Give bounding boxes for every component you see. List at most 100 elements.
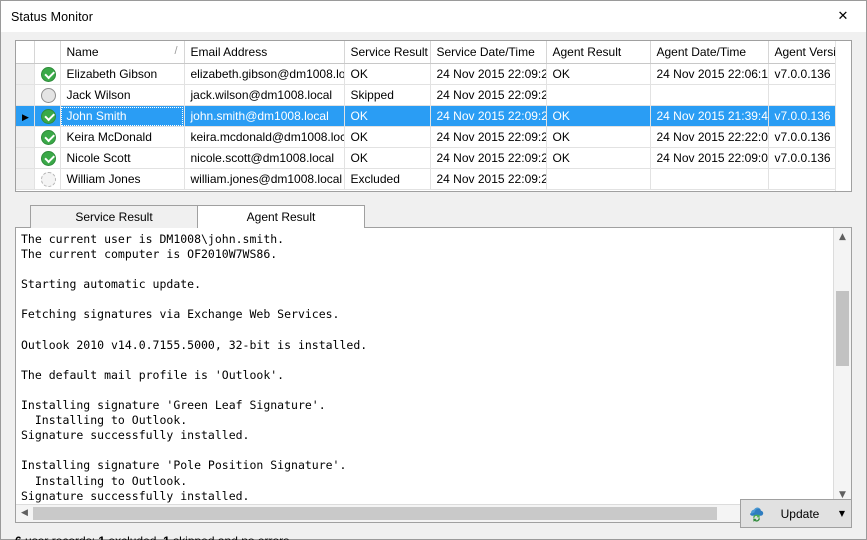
row-indicator: ▶ bbox=[16, 105, 35, 127]
action-buttons: Update ▼ Close bbox=[740, 499, 852, 540]
cell-email: william.jones@dm1008.local bbox=[184, 168, 345, 190]
row-indicator bbox=[16, 84, 35, 106]
status-summary: 6 user records; 1 excluded, 1 skipped an… bbox=[15, 534, 852, 540]
current-row-arrow-icon: ▶ bbox=[22, 113, 29, 123]
column-header-service_datetime[interactable]: Service Date/Time bbox=[430, 41, 547, 64]
column-header-email[interactable]: Email Address bbox=[184, 41, 345, 64]
result-tabs: Service Result Agent Result bbox=[15, 205, 852, 228]
cell-email: keira.mcdonald@dm1008.local bbox=[184, 126, 345, 148]
status-monitor-window: Status Monitor ✕ Name / Email Address Servi… bbox=[0, 0, 867, 540]
cell-email: john.smith@dm1008.local bbox=[184, 105, 345, 127]
table-row[interactable]: Keira McDonald keira.mcdonald@dm1008.loca… bbox=[16, 126, 851, 148]
log-hscroll-thumb[interactable] bbox=[33, 506, 717, 520]
close-icon: ✕ bbox=[837, 9, 849, 24]
tab-service-result[interactable]: Service Result bbox=[30, 205, 198, 228]
cell-name: William Jones bbox=[60, 168, 185, 190]
table-body: Elizabeth Gibson elizabeth.gibson@dm1008.… bbox=[16, 63, 851, 190]
cell-email: jack.wilson@dm1008.local bbox=[184, 84, 345, 106]
user-status-grid[interactable]: Name / Email Address Service Result Service … bbox=[15, 40, 852, 192]
row-indicator bbox=[16, 63, 35, 85]
column-header-label: Service Result bbox=[350, 45, 428, 59]
log-vscroll-thumb[interactable] bbox=[836, 291, 849, 366]
column-header-agent_datetime[interactable]: Agent Date/Time bbox=[650, 41, 769, 64]
scroll-up-icon[interactable]: ▲ bbox=[834, 228, 851, 245]
row-status-cell bbox=[34, 147, 61, 169]
cell-agent_datetime: 24 Nov 2015 22:06:12 bbox=[650, 63, 769, 85]
status-record-count: 6 bbox=[15, 534, 22, 540]
cell-service_datetime: 24 Nov 2015 22:09:22 bbox=[430, 105, 547, 127]
sort-indicator-icon: / bbox=[174, 45, 178, 57]
update-button-label: Update bbox=[780, 506, 820, 521]
column-header-name[interactable]: Name / bbox=[60, 41, 185, 64]
log-vertical-scrollbar[interactable]: ▲ ▼ bbox=[833, 228, 851, 504]
cell-name: John Smith bbox=[60, 105, 185, 127]
cell-service_datetime: 24 Nov 2015 22:09:22 bbox=[430, 84, 547, 106]
row-indicator bbox=[16, 126, 35, 148]
status-text-3: skipped and no errors. bbox=[170, 534, 292, 540]
cell-service_datetime: 24 Nov 2015 22:09:22 bbox=[430, 168, 547, 190]
header-status-icon bbox=[34, 41, 61, 64]
column-header-agent_result[interactable]: Agent Result bbox=[546, 41, 651, 64]
grid-vertical-scrollbar[interactable] bbox=[835, 41, 851, 191]
tabs-filler bbox=[364, 205, 852, 228]
update-button[interactable]: Update ▼ bbox=[740, 499, 852, 528]
cell-email: nicole.scott@dm1008.local bbox=[184, 147, 345, 169]
row-status-cell bbox=[34, 84, 61, 106]
cell-agent_result: OK bbox=[546, 105, 651, 127]
header-indicator bbox=[16, 41, 35, 64]
status-skipped-count: 1 bbox=[163, 534, 170, 540]
row-status-cell bbox=[34, 126, 61, 148]
cell-agent_datetime: 24 Nov 2015 22:22:00 bbox=[650, 126, 769, 148]
cell-agent_result: OK bbox=[546, 63, 651, 85]
status-ok-icon bbox=[40, 150, 56, 166]
cell-service_result: Skipped bbox=[344, 84, 431, 106]
log-hscroll-track[interactable] bbox=[33, 505, 817, 522]
cell-service_result: OK bbox=[344, 105, 431, 127]
row-indicator bbox=[16, 147, 35, 169]
cell-service_datetime: 24 Nov 2015 22:09:22 bbox=[430, 63, 547, 85]
cell-agent_result bbox=[546, 168, 651, 190]
column-header-label: Agent Date/Time bbox=[656, 45, 747, 59]
log-inner: The current user is DM1008\john.smith. T… bbox=[16, 228, 851, 504]
column-header-label: Agent Result bbox=[552, 45, 622, 59]
column-header-label: Name bbox=[66, 45, 99, 59]
tab-agent-result[interactable]: Agent Result bbox=[197, 205, 365, 228]
cell-name: Keira McDonald bbox=[60, 126, 185, 148]
table-row[interactable]: William Jones william.jones@dm1008.local E… bbox=[16, 168, 851, 190]
log-horizontal-scrollbar[interactable]: ◀ ▶ bbox=[16, 503, 851, 522]
cell-name: Elizabeth Gibson bbox=[60, 63, 185, 85]
table-row[interactable]: Nicole Scott nicole.scott@dm1008.local OK 2… bbox=[16, 147, 851, 169]
row-status-cell bbox=[34, 105, 61, 127]
status-skipped-icon bbox=[40, 87, 56, 103]
cell-agent_result: OK bbox=[546, 147, 651, 169]
cell-agent_datetime: 24 Nov 2015 22:09:00 bbox=[650, 147, 769, 169]
status-ok-icon bbox=[40, 129, 56, 145]
chevron-down-icon[interactable]: ▼ bbox=[835, 509, 845, 518]
column-header-service_result[interactable]: Service Result bbox=[344, 41, 431, 64]
table-row[interactable]: Elizabeth Gibson elizabeth.gibson@dm1008.… bbox=[16, 63, 851, 85]
table-row[interactable]: ▶ John Smith john.smith@dm1008.local OK 24 N… bbox=[16, 105, 851, 127]
window-title: Status Monitor bbox=[11, 9, 93, 24]
cell-service_result: OK bbox=[344, 126, 431, 148]
row-status-cell bbox=[34, 63, 61, 85]
cell-service_result: OK bbox=[344, 63, 431, 85]
scroll-left-icon[interactable]: ◀ bbox=[16, 504, 33, 522]
column-header-label: Email Address bbox=[190, 45, 268, 59]
status-text-1: user records; bbox=[22, 534, 99, 540]
cell-service_result: Excluded bbox=[344, 168, 431, 190]
window-close-button[interactable]: ✕ bbox=[820, 1, 866, 32]
tab-service-result-label: Service Result bbox=[75, 210, 153, 224]
log-panel: The current user is DM1008\john.smith. T… bbox=[15, 227, 852, 523]
user-status-table: Name / Email Address Service Result Service … bbox=[16, 41, 851, 190]
dialog-body: Name / Email Address Service Result Service … bbox=[1, 32, 866, 540]
tab-agent-result-label: Agent Result bbox=[246, 210, 316, 224]
cell-agent_datetime: 24 Nov 2015 21:39:49 bbox=[650, 105, 769, 127]
cell-name: Nicole Scott bbox=[60, 147, 185, 169]
cell-service_result: OK bbox=[344, 147, 431, 169]
cell-agent_datetime bbox=[650, 84, 769, 106]
table-row[interactable]: Jack Wilson jack.wilson@dm1008.local Skipp… bbox=[16, 84, 851, 106]
header-row: Name / Email Address Service Result Service … bbox=[16, 41, 851, 64]
row-indicator bbox=[16, 168, 35, 190]
log-vscroll-track[interactable] bbox=[834, 245, 851, 487]
log-textarea[interactable]: The current user is DM1008\john.smith. T… bbox=[16, 228, 833, 504]
